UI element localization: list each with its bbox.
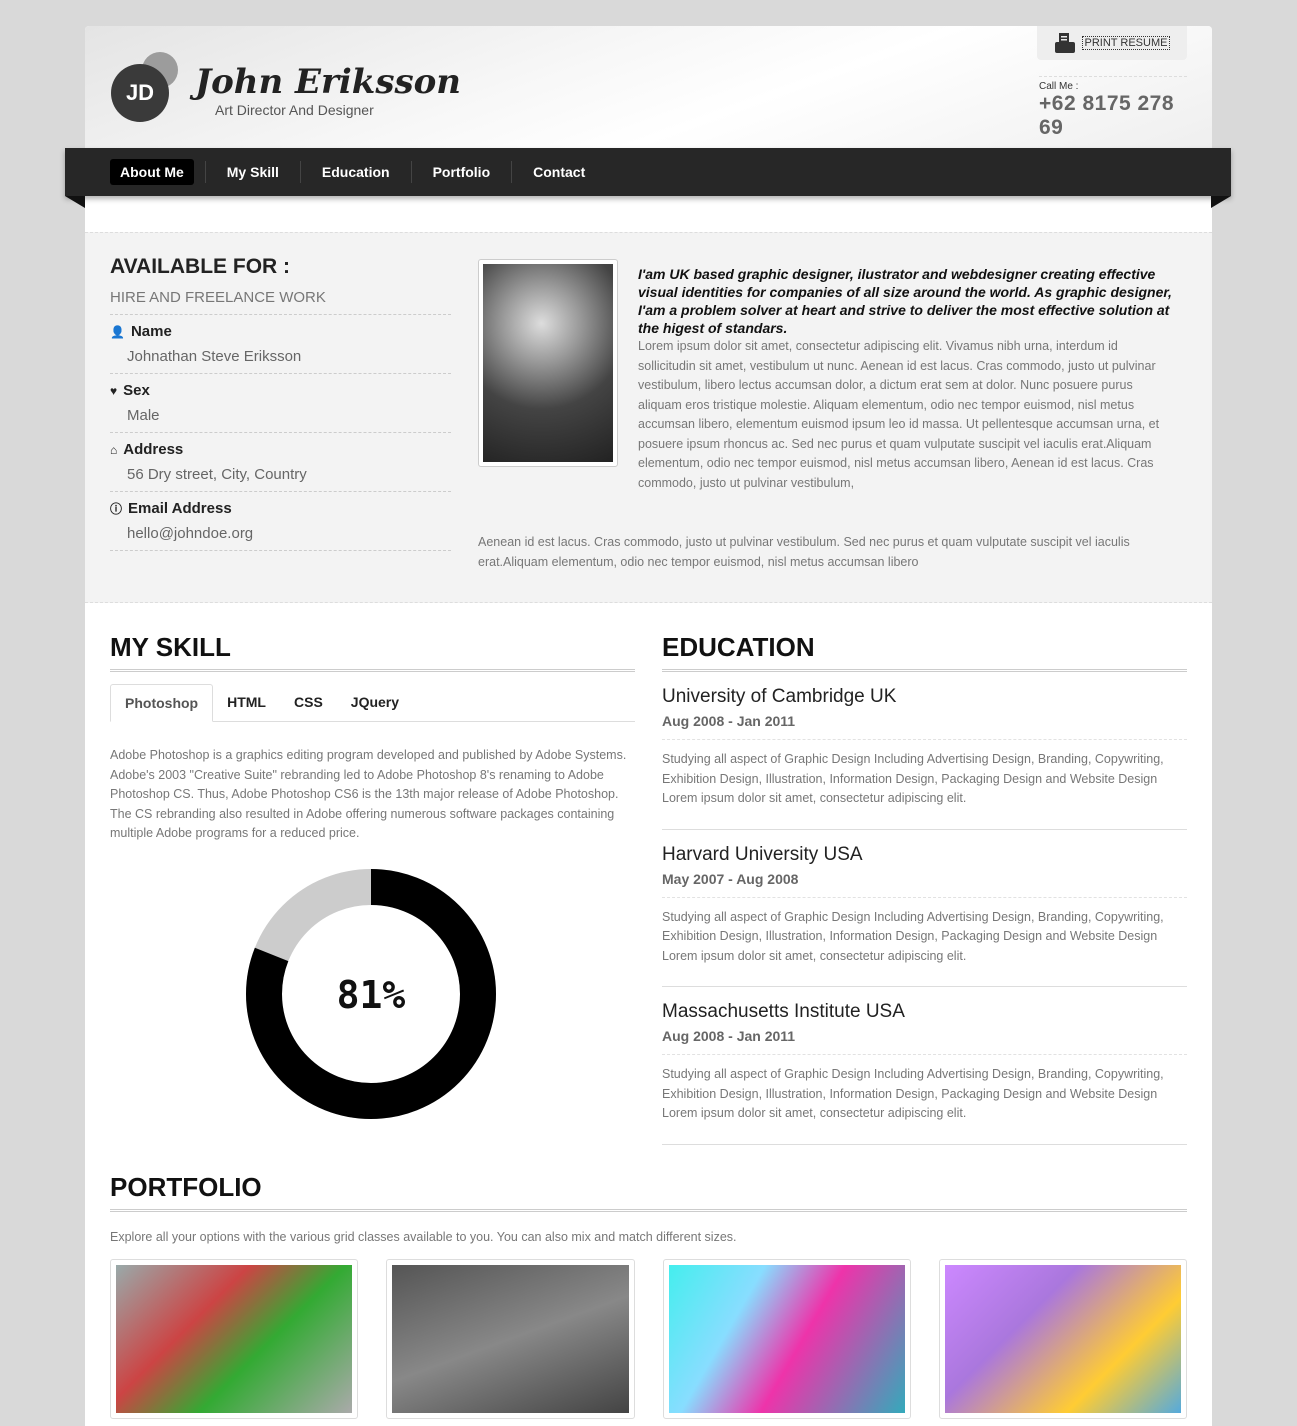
education-dates: May 2007 - Aug 2008 bbox=[662, 871, 1187, 898]
info-row: ⌂ Address 56 Dry street, City, Country bbox=[110, 433, 451, 492]
nav-item[interactable]: About Me bbox=[110, 159, 194, 185]
school-name: Harvard University USA bbox=[662, 843, 863, 865]
school-name: Massachusetts Institute USA bbox=[662, 1001, 905, 1022]
education-section: EDUCATION University of Cambridge UK Aug … bbox=[662, 632, 1187, 1145]
info-label: Name bbox=[130, 323, 172, 340]
donut-percent-label: 81% bbox=[337, 973, 406, 1017]
skill-tab[interactable]: CSS bbox=[280, 684, 337, 721]
info-value: Male bbox=[127, 407, 160, 424]
role: Art Director And Designer bbox=[215, 102, 374, 118]
portfolio-title: PORTFOLIO bbox=[110, 1172, 1187, 1212]
info-value: hello@johndoe.org bbox=[127, 525, 254, 542]
skill-tab[interactable]: JQuery bbox=[337, 684, 413, 721]
portfolio-item[interactable] bbox=[386, 1259, 635, 1419]
skill-tabs: Photoshop HTML CSS JQuery bbox=[110, 684, 635, 722]
heart-icon: ♥ bbox=[110, 383, 118, 398]
skill-title: MY SKILL bbox=[110, 632, 635, 672]
resume-page: JD John Eriksson Art Director And Design… bbox=[85, 26, 1212, 1426]
education-item: Harvard University USA May 2007 - Aug 200… bbox=[662, 830, 1187, 987]
education-title: EDUCATION bbox=[662, 632, 1187, 672]
bio-paragraph: Aenean id est lacus. Cras commodo, justo… bbox=[478, 535, 1130, 569]
nav-item[interactable]: My Skill bbox=[204, 159, 289, 185]
printer-icon bbox=[1054, 33, 1075, 53]
education-description: Studying all aspect of Graphic Design In… bbox=[662, 909, 1164, 963]
education-description: Studying all aspect of Graphic Design In… bbox=[662, 1067, 1164, 1120]
portfolio-item[interactable] bbox=[110, 1259, 359, 1419]
portfolio-description: Explore all your options with the variou… bbox=[110, 1230, 737, 1244]
print-resume-button[interactable]: PRINT RESUME bbox=[1037, 26, 1187, 60]
nav-item[interactable]: Contact bbox=[511, 159, 595, 185]
phone-number: +62 8175 278 69 bbox=[1039, 92, 1175, 139]
print-resume-label: PRINT RESUME bbox=[1081, 36, 1171, 50]
info-icon: ⓘ bbox=[110, 502, 123, 516]
info-value: 56 Dry street, City, Country bbox=[127, 466, 307, 483]
available-subtitle: HIRE AND FREELANCE WORK bbox=[110, 289, 451, 315]
skill-description: Adobe Photoshop is a graphics editing pr… bbox=[110, 748, 627, 840]
skill-tab[interactable]: Photoshop bbox=[110, 684, 214, 722]
education-dates: Aug 2008 - Jan 2011 bbox=[662, 1028, 1187, 1055]
site-name: John Eriksson bbox=[195, 62, 462, 102]
info-row: 👤 Name Johnathan Steve Eriksson bbox=[110, 315, 451, 374]
education-dates: Aug 2008 - Jan 2011 bbox=[662, 713, 1187, 740]
portfolio-section: PORTFOLIO Explore all your options with … bbox=[110, 1172, 1187, 1419]
user-icon: 👤 bbox=[110, 324, 125, 339]
nav-item[interactable]: Portfolio bbox=[410, 159, 501, 185]
info-value: Johnathan Steve Eriksson bbox=[127, 348, 302, 365]
call-me: Call Me : +62 8175 278 69 bbox=[1039, 76, 1187, 140]
info-label: Sex bbox=[123, 382, 150, 399]
school-name: University of Cambridge UK bbox=[662, 686, 897, 707]
logo: JD bbox=[111, 64, 169, 122]
available-title: AVAILABLE FOR : bbox=[110, 255, 291, 278]
skill-donut-chart: 81% bbox=[246, 869, 496, 1119]
ribbon-fold-left bbox=[65, 196, 85, 208]
ribbon-fold-right bbox=[1211, 196, 1231, 208]
skill-section: MY SKILL Photoshop HTML CSS JQuery Adobe Ph… bbox=[110, 632, 635, 1119]
info-row: ⓘ Email Address hello@johndoe.org bbox=[110, 492, 451, 551]
bio-lead: I'am UK based graphic designer, ilustrat… bbox=[638, 266, 1172, 336]
home-icon: ⌂ bbox=[110, 442, 118, 457]
availability: AVAILABLE FOR : HIRE AND FREELANCE WORK … bbox=[110, 255, 451, 551]
nav-item[interactable]: Education bbox=[299, 159, 400, 185]
info-label: Email Address bbox=[128, 500, 232, 517]
info-row: ♥ Sex Male bbox=[110, 374, 451, 433]
call-label: Call Me : bbox=[1039, 81, 1079, 92]
skill-tab[interactable]: HTML bbox=[213, 684, 280, 721]
portfolio-item[interactable] bbox=[938, 1259, 1187, 1419]
education-description: Studying all aspect of Graphic Design In… bbox=[662, 752, 1164, 805]
main-nav: About Me My Skill Education Portfolio Contac… bbox=[65, 148, 1231, 196]
bio: I'am UK based graphic designer, ilustrat… bbox=[478, 265, 1178, 572]
education-item: Massachusetts Institute USA Aug 2008 - Ja… bbox=[662, 987, 1187, 1145]
portfolio-item[interactable] bbox=[662, 1259, 911, 1419]
about-section: AVAILABLE FOR : HIRE AND FREELANCE WORK … bbox=[85, 232, 1212, 603]
info-label: Address bbox=[123, 441, 184, 458]
header: JD John Eriksson Art Director And Design… bbox=[85, 26, 1212, 148]
education-item: University of Cambridge UK Aug 2008 - Jan… bbox=[662, 672, 1187, 830]
